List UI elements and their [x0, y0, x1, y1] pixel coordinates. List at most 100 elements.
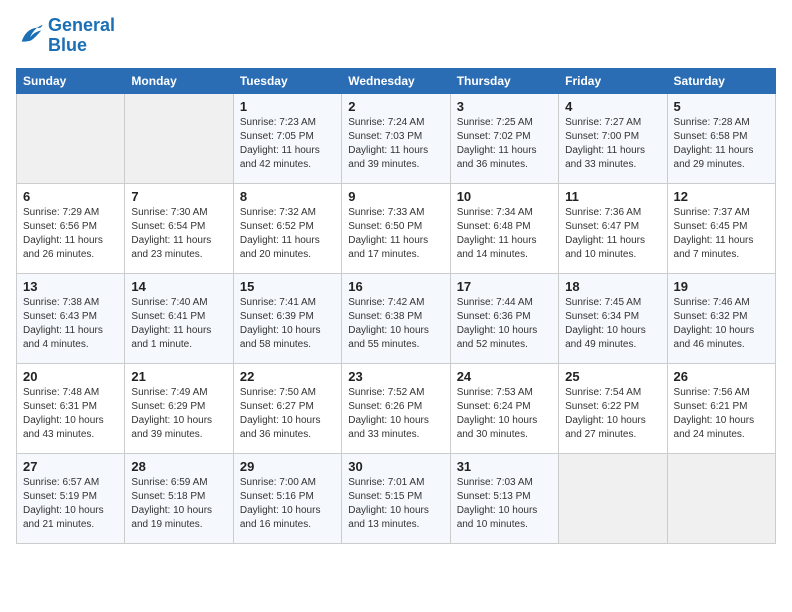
calendar-cell: 8 Sunrise: 7:32 AMSunset: 6:52 PMDaylight… — [233, 183, 341, 273]
calendar-cell: 12 Sunrise: 7:37 AMSunset: 6:45 PMDayligh… — [667, 183, 775, 273]
calendar-cell: 11 Sunrise: 7:36 AMSunset: 6:47 PMDayligh… — [559, 183, 667, 273]
calendar-cell: 10 Sunrise: 7:34 AMSunset: 6:48 PMDayligh… — [450, 183, 558, 273]
day-info: Sunrise: 7:52 AMSunset: 6:26 PMDaylight:… — [348, 386, 443, 442]
calendar-cell: 29 Sunrise: 7:00 AMSunset: 5:16 PMDayligh… — [233, 453, 341, 543]
day-info: Sunrise: 7:56 AMSunset: 6:21 PMDaylight:… — [674, 386, 769, 442]
day-number: 8 — [240, 189, 335, 204]
day-info: Sunrise: 7:25 AMSunset: 7:02 PMDaylight:… — [457, 116, 552, 172]
week-row-1: 1 Sunrise: 7:23 AMSunset: 7:05 PMDaylight… — [17, 93, 776, 183]
day-info: Sunrise: 7:24 AMSunset: 7:03 PMDaylight:… — [348, 116, 443, 172]
day-number: 1 — [240, 99, 335, 114]
day-number: 21 — [131, 369, 226, 384]
header-tuesday: Tuesday — [233, 68, 341, 93]
day-number: 31 — [457, 459, 552, 474]
day-info: Sunrise: 7:37 AMSunset: 6:45 PMDaylight:… — [674, 206, 769, 262]
calendar-cell: 6 Sunrise: 7:29 AMSunset: 6:56 PMDaylight… — [17, 183, 125, 273]
day-info: Sunrise: 7:32 AMSunset: 6:52 PMDaylight:… — [240, 206, 335, 262]
calendar-cell: 23 Sunrise: 7:52 AMSunset: 6:26 PMDayligh… — [342, 363, 450, 453]
day-info: Sunrise: 7:03 AMSunset: 5:13 PMDaylight:… — [457, 476, 552, 532]
day-number: 9 — [348, 189, 443, 204]
calendar-table: SundayMondayTuesdayWednesdayThursdayFrid… — [16, 68, 776, 544]
day-info: Sunrise: 7:30 AMSunset: 6:54 PMDaylight:… — [131, 206, 226, 262]
day-info: Sunrise: 7:28 AMSunset: 6:58 PMDaylight:… — [674, 116, 769, 172]
day-number: 24 — [457, 369, 552, 384]
header-saturday: Saturday — [667, 68, 775, 93]
day-number: 12 — [674, 189, 769, 204]
calendar-cell: 21 Sunrise: 7:49 AMSunset: 6:29 PMDayligh… — [125, 363, 233, 453]
header-wednesday: Wednesday — [342, 68, 450, 93]
page-header: General Blue — [16, 16, 776, 56]
day-info: Sunrise: 7:42 AMSunset: 6:38 PMDaylight:… — [348, 296, 443, 352]
calendar-cell: 7 Sunrise: 7:30 AMSunset: 6:54 PMDaylight… — [125, 183, 233, 273]
day-number: 11 — [565, 189, 660, 204]
calendar-cell — [17, 93, 125, 183]
day-number: 3 — [457, 99, 552, 114]
day-info: Sunrise: 7:54 AMSunset: 6:22 PMDaylight:… — [565, 386, 660, 442]
day-number: 17 — [457, 279, 552, 294]
calendar-cell: 30Sunrise: 7:01 AMSunset: 5:15 PMDayligh… — [342, 453, 450, 543]
day-number: 26 — [674, 369, 769, 384]
calendar-cell — [559, 453, 667, 543]
day-info: Sunrise: 7:53 AMSunset: 6:24 PMDaylight:… — [457, 386, 552, 442]
calendar-cell: 4 Sunrise: 7:27 AMSunset: 7:00 PMDaylight… — [559, 93, 667, 183]
day-info: Sunrise: 7:27 AMSunset: 7:00 PMDaylight:… — [565, 116, 660, 172]
header-sunday: Sunday — [17, 68, 125, 93]
calendar-cell: 5 Sunrise: 7:28 AMSunset: 6:58 PMDaylight… — [667, 93, 775, 183]
day-number: 20 — [23, 369, 118, 384]
calendar-cell: 2 Sunrise: 7:24 AMSunset: 7:03 PMDaylight… — [342, 93, 450, 183]
day-info: Sunrise: 7:41 AMSunset: 6:39 PMDaylight:… — [240, 296, 335, 352]
day-info: Sunrise: 7:34 AMSunset: 6:48 PMDaylight:… — [457, 206, 552, 262]
day-info: Sunrise: 7:40 AMSunset: 6:41 PMDaylight:… — [131, 296, 226, 352]
day-number: 6 — [23, 189, 118, 204]
week-row-2: 6 Sunrise: 7:29 AMSunset: 6:56 PMDaylight… — [17, 183, 776, 273]
day-number: 7 — [131, 189, 226, 204]
calendar-cell: 26 Sunrise: 7:56 AMSunset: 6:21 PMDayligh… — [667, 363, 775, 453]
day-info: Sunrise: 7:49 AMSunset: 6:29 PMDaylight:… — [131, 386, 226, 442]
calendar-cell: 25 Sunrise: 7:54 AMSunset: 6:22 PMDayligh… — [559, 363, 667, 453]
calendar-cell: 24 Sunrise: 7:53 AMSunset: 6:24 PMDayligh… — [450, 363, 558, 453]
calendar-cell — [125, 93, 233, 183]
calendar-cell: 13Sunrise: 7:38 AMSunset: 6:43 PMDayligh… — [17, 273, 125, 363]
day-info: Sunrise: 7:45 AMSunset: 6:34 PMDaylight:… — [565, 296, 660, 352]
day-info: Sunrise: 7:29 AMSunset: 6:56 PMDaylight:… — [23, 206, 118, 262]
calendar-cell: 15 Sunrise: 7:41 AMSunset: 6:39 PMDayligh… — [233, 273, 341, 363]
day-number: 4 — [565, 99, 660, 114]
day-number: 19 — [674, 279, 769, 294]
calendar-cell: 16Sunrise: 7:42 AMSunset: 6:38 PMDayligh… — [342, 273, 450, 363]
day-number: 5 — [674, 99, 769, 114]
day-info: Sunrise: 7:50 AMSunset: 6:27 PMDaylight:… — [240, 386, 335, 442]
calendar-cell: 18 Sunrise: 7:45 AMSunset: 6:34 PMDayligh… — [559, 273, 667, 363]
logo-icon — [16, 22, 44, 50]
day-number: 10 — [457, 189, 552, 204]
day-info: Sunrise: 7:38 AMSunset: 6:43 PMDaylight:… — [23, 296, 118, 352]
day-info: Sunrise: 6:59 AMSunset: 5:18 PMDaylight:… — [131, 476, 226, 532]
week-row-3: 13Sunrise: 7:38 AMSunset: 6:43 PMDayligh… — [17, 273, 776, 363]
day-number: 28 — [131, 459, 226, 474]
day-number: 18 — [565, 279, 660, 294]
day-info: Sunrise: 7:23 AMSunset: 7:05 PMDaylight:… — [240, 116, 335, 172]
calendar-cell: 9Sunrise: 7:33 AMSunset: 6:50 PMDaylight… — [342, 183, 450, 273]
day-number: 15 — [240, 279, 335, 294]
calendar-cell: 22 Sunrise: 7:50 AMSunset: 6:27 PMDayligh… — [233, 363, 341, 453]
calendar-cell: 3 Sunrise: 7:25 AMSunset: 7:02 PMDaylight… — [450, 93, 558, 183]
day-info: Sunrise: 7:00 AMSunset: 5:16 PMDaylight:… — [240, 476, 335, 532]
day-info: Sunrise: 7:36 AMSunset: 6:47 PMDaylight:… — [565, 206, 660, 262]
day-number: 29 — [240, 459, 335, 474]
header-monday: Monday — [125, 68, 233, 93]
day-info: Sunrise: 7:44 AMSunset: 6:36 PMDaylight:… — [457, 296, 552, 352]
day-number: 23 — [348, 369, 443, 384]
calendar-cell: 28 Sunrise: 6:59 AMSunset: 5:18 PMDayligh… — [125, 453, 233, 543]
week-row-5: 27Sunrise: 6:57 AMSunset: 5:19 PMDayligh… — [17, 453, 776, 543]
day-info: Sunrise: 7:46 AMSunset: 6:32 PMDaylight:… — [674, 296, 769, 352]
day-number: 25 — [565, 369, 660, 384]
week-row-4: 20Sunrise: 7:48 AMSunset: 6:31 PMDayligh… — [17, 363, 776, 453]
weekday-header-row: SundayMondayTuesdayWednesdayThursdayFrid… — [17, 68, 776, 93]
calendar-cell: 1 Sunrise: 7:23 AMSunset: 7:05 PMDaylight… — [233, 93, 341, 183]
day-number: 2 — [348, 99, 443, 114]
logo-text: General Blue — [48, 16, 115, 56]
day-number: 22 — [240, 369, 335, 384]
day-info: Sunrise: 7:01 AMSunset: 5:15 PMDaylight:… — [348, 476, 443, 532]
header-friday: Friday — [559, 68, 667, 93]
calendar-cell: 17 Sunrise: 7:44 AMSunset: 6:36 PMDayligh… — [450, 273, 558, 363]
calendar-cell: 31 Sunrise: 7:03 AMSunset: 5:13 PMDayligh… — [450, 453, 558, 543]
